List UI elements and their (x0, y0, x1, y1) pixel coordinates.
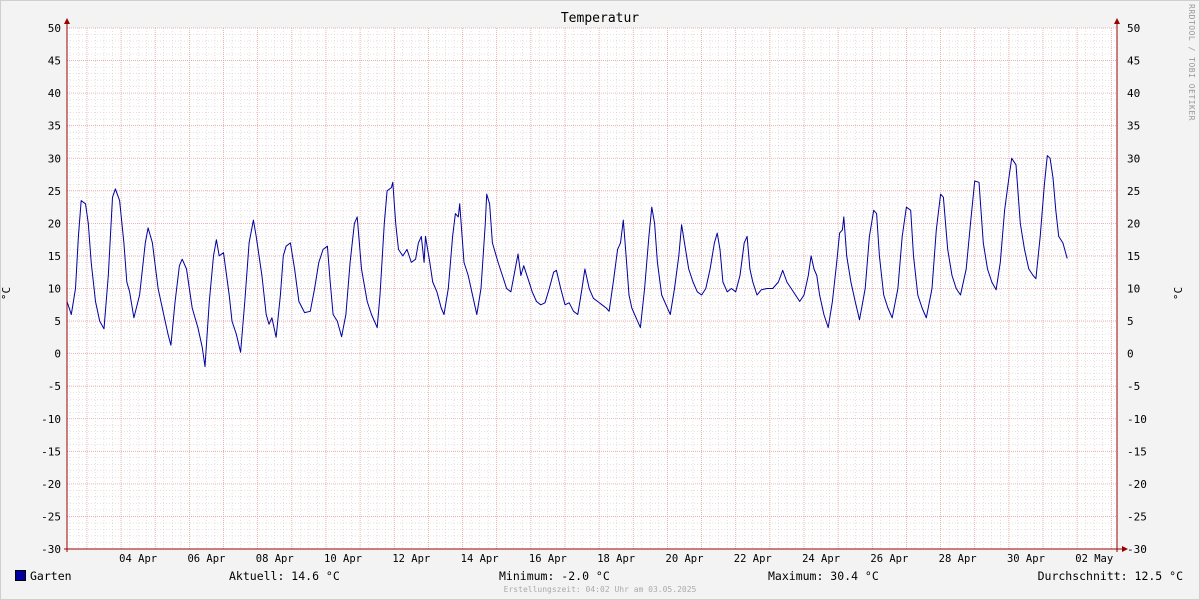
x-tick-label: 24 Apr (802, 553, 840, 565)
y-tick-label-right: 20 (1127, 217, 1140, 230)
y-tick-label-left: -30 (41, 543, 61, 556)
x-tick-label: 08 Apr (256, 553, 294, 565)
stat-maximum: Maximum: 30.4 °C (768, 569, 879, 583)
x-ticks: 04 Apr 06 Apr 08 Apr 10 Apr 12 Apr 14 Apr 16 A… (119, 553, 1113, 565)
y-tick-label-right: 0 (1127, 348, 1134, 361)
x-tick-label: 22 Apr (734, 553, 772, 565)
temperature-chart: 50 5045 4540 4035 3530 3025 2520 2015 1510 105 50 0… (41, 18, 1147, 565)
y-tick-label-right: -5 (1127, 380, 1140, 393)
stat-current: Aktuell: 14.6 °C (229, 569, 340, 583)
y-tick-label-right: -25 (1127, 510, 1147, 523)
legend-swatch-garten (15, 570, 26, 581)
y-tick-label-right: 40 (1127, 87, 1140, 100)
y-tick-label-left: 15 (48, 250, 61, 263)
y-tick-label-left: 10 (48, 283, 61, 296)
y-tick-label-left: -25 (41, 510, 61, 523)
y-tick-label-left: 0 (54, 348, 61, 361)
y-tick-label-left: 20 (48, 217, 61, 230)
x-tick-label: 20 Apr (666, 553, 704, 565)
x-tick-label: 30 Apr (1007, 553, 1045, 565)
stat-average: Durchschnitt: 12.5 °C (1037, 569, 1183, 583)
x-tick-label: 02 May (1075, 553, 1113, 565)
y-tick-label-right: 10 (1127, 283, 1140, 296)
y-tick-label-left: -20 (41, 478, 61, 491)
y-tick-label-left: 50 (48, 22, 61, 35)
y-tick-label-left: -10 (41, 413, 61, 426)
y-axis-arrow-left (64, 18, 70, 24)
y-tick-label-right: 5 (1127, 315, 1134, 328)
y-tick-label-left: 5 (54, 315, 61, 328)
legend-label-garten: Garten (30, 569, 72, 583)
y-tick-label-right: 50 (1127, 22, 1140, 35)
x-tick-label: 28 Apr (939, 553, 977, 565)
x-tick-label: 26 Apr (870, 553, 908, 565)
y-axis-arrow-right (1114, 18, 1120, 24)
y-tick-label-left: -15 (41, 445, 61, 458)
y-tick-label-left: 45 (48, 55, 61, 68)
x-tick-label: 12 Apr (392, 553, 430, 565)
creation-time-footer: Erstellungszeit: 04:02 Uhr am 03.05.2025 (503, 585, 697, 594)
y-tick-label-right: 45 (1127, 55, 1140, 68)
y-tick-label-left: 30 (48, 152, 61, 165)
y-tick-label-right: -30 (1127, 543, 1147, 556)
x-tick-label: 16 Apr (529, 553, 567, 565)
y-tick-label-right: 35 (1127, 120, 1140, 133)
x-tick-label: 06 Apr (187, 553, 225, 565)
y-tick-label-left: 40 (48, 87, 61, 100)
x-tick-label: 14 Apr (461, 553, 499, 565)
y-tick-label-right: 25 (1127, 185, 1140, 198)
y-tick-label-left: 25 (48, 185, 61, 198)
y-tick-label-left: 35 (48, 120, 61, 133)
y-tick-label-right: 30 (1127, 152, 1140, 165)
x-tick-label: 18 Apr (597, 553, 635, 565)
stat-minimum: Minimum: -2.0 °C (499, 569, 610, 583)
x-tick-label: 10 Apr (324, 553, 362, 565)
y-tick-label-left: -5 (48, 380, 61, 393)
x-tick-label: 04 Apr (119, 553, 157, 565)
y-tick-label-right: 15 (1127, 250, 1140, 263)
y-tick-label-right: -20 (1127, 478, 1147, 491)
y-tick-label-right: -10 (1127, 413, 1147, 426)
y-tick-label-right: -15 (1127, 445, 1147, 458)
